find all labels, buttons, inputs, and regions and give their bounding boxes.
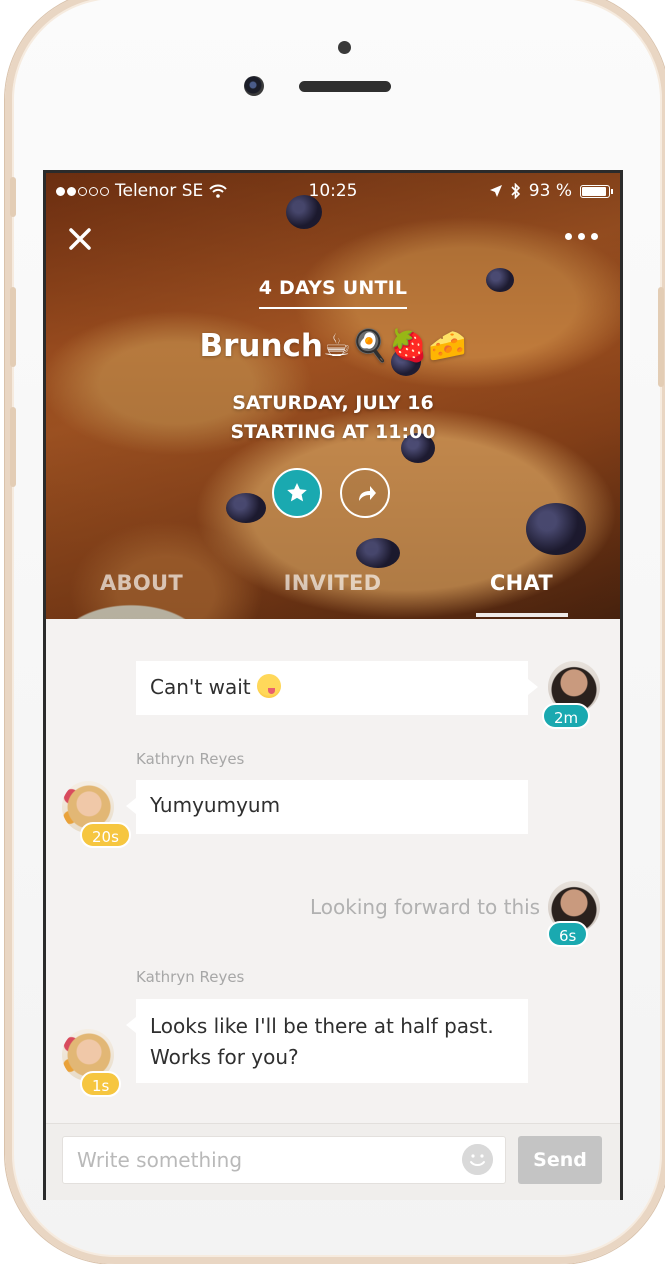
status-bar: Telenor SE 10:25 93 % (46, 181, 620, 205)
proximity-sensor (338, 41, 351, 54)
smiley-icon[interactable] (462, 1144, 493, 1175)
active-tab-indicator (476, 613, 568, 617)
event-cover-photo: Telenor SE 10:25 93 % 4 DAYS UNTIL Brunc… (46, 173, 620, 619)
status-right: 93 % (489, 181, 613, 201)
message-time-badge: 20s (80, 822, 131, 848)
favorite-button[interactable] (272, 468, 322, 518)
countdown-label: 4 DAYS UNTIL (46, 277, 620, 309)
front-camera (244, 76, 264, 96)
event-title: Brunch☕🍳🍓🧀 (199, 328, 467, 364)
message-text: Can't wait (150, 675, 251, 699)
chat-thread[interactable]: Can't wait 2m Kathryn Reyes 20s Yumyumyu… (46, 619, 620, 1123)
power-button (658, 287, 664, 387)
message-text: Yumyumyum (150, 793, 281, 817)
message-time-badge: 2m (542, 703, 591, 729)
app-screen: Telenor SE 10:25 93 % 4 DAYS UNTIL Brunc… (43, 170, 623, 1200)
share-arrow-icon (359, 486, 376, 501)
close-icon[interactable] (66, 225, 94, 253)
message-composer: Send (46, 1123, 620, 1200)
event-date: SATURDAY, JULY 16 (232, 392, 434, 414)
pending-message-text: Looking forward to this (310, 895, 541, 919)
mute-switch (10, 177, 16, 217)
message-time-badge: 1s (80, 1071, 122, 1097)
share-button[interactable] (340, 468, 390, 518)
location-arrow-icon (489, 185, 502, 197)
sender-name: Kathryn Reyes (136, 750, 245, 768)
tab-about[interactable]: ABOUT (46, 571, 237, 595)
message-bubble: Can't wait (136, 661, 538, 715)
event-tabs: ABOUT INVITED CHAT (46, 571, 620, 619)
message-input[interactable] (62, 1136, 506, 1184)
more-dots-icon[interactable] (565, 233, 598, 240)
yum-face-emoji (256, 674, 281, 698)
event-start-time: STARTING AT 11:00 (230, 421, 436, 443)
message-time-badge: 6s (547, 921, 589, 947)
sender-name: Kathryn Reyes (136, 968, 245, 986)
message-bubble: Looks like I'll be there at half past. W… (126, 999, 528, 1083)
message-bubble: Yumyumyum (126, 780, 528, 834)
message-text: Works for you? (150, 1045, 299, 1069)
message-text: Looks like I'll be there at half past. (150, 1014, 494, 1038)
tab-invited[interactable]: INVITED (237, 571, 428, 595)
tab-chat[interactable]: CHAT (426, 571, 617, 595)
send-button[interactable]: Send (518, 1136, 602, 1184)
battery-percent: 93 % (528, 181, 572, 201)
earpiece-speaker (299, 81, 391, 92)
star-icon (287, 483, 307, 502)
countdown-text: 4 DAYS UNTIL (258, 277, 408, 309)
bluetooth-icon (511, 183, 520, 199)
battery-icon (580, 184, 613, 198)
volume-up-button (10, 287, 16, 367)
volume-down-button (10, 407, 16, 487)
event-datetime: SATURDAY, JULY 16 STARTING AT 11:00 (46, 389, 620, 447)
